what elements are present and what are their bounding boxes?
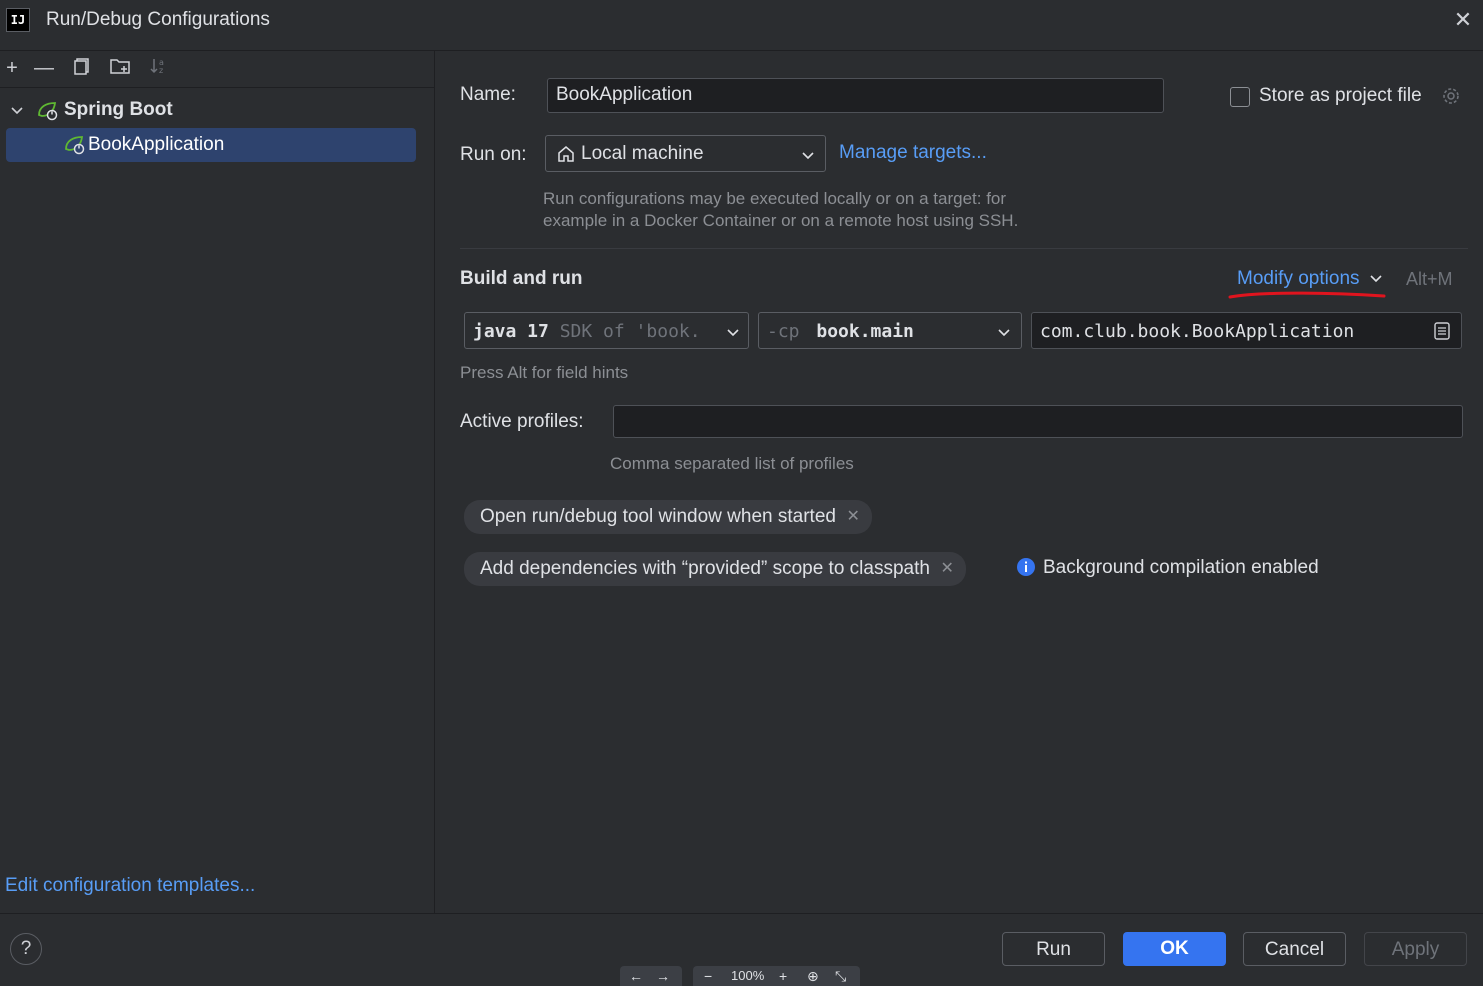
remove-option-icon[interactable]: ✕ bbox=[941, 552, 954, 586]
add-icon[interactable]: + bbox=[0, 56, 24, 80]
zoom-out-icon[interactable]: − bbox=[704, 966, 712, 986]
remove-icon[interactable]: — bbox=[32, 56, 56, 80]
store-as-project-file-checkbox[interactable] bbox=[1230, 87, 1250, 107]
sort-icon[interactable]: az bbox=[146, 56, 170, 80]
gear-icon[interactable] bbox=[1440, 85, 1462, 113]
run-on-label: Run on: bbox=[460, 144, 527, 165]
title-bar: IJ Run/Debug Configurations ✕ bbox=[0, 0, 1483, 51]
cancel-button[interactable]: Cancel bbox=[1243, 932, 1346, 966]
svg-text:z: z bbox=[159, 66, 163, 75]
jdk-value: java 17 bbox=[473, 321, 549, 342]
new-folder-icon[interactable] bbox=[108, 56, 132, 80]
background-compilation-info: Background compilation enabled bbox=[1043, 557, 1319, 578]
zoom-in-icon[interactable]: + bbox=[779, 966, 787, 986]
cp-value: book.main bbox=[816, 321, 914, 342]
jdk-hint: SDK of 'book. bbox=[559, 321, 701, 342]
option-chip-open-tool-window: Open run/debug tool window when started … bbox=[464, 500, 872, 534]
name-field-value: BookApplication bbox=[556, 84, 693, 105]
home-icon bbox=[556, 144, 576, 170]
info-icon bbox=[1016, 557, 1036, 583]
run-on-dropdown[interactable]: Local machine bbox=[545, 135, 826, 172]
modify-options-label: Modify options bbox=[1237, 268, 1360, 289]
forward-arrow-icon[interactable]: → bbox=[656, 966, 670, 986]
zoom-controls: − 100% + ⊕ ⤡ bbox=[693, 966, 860, 986]
chevron-down-icon bbox=[1370, 275, 1382, 283]
chevron-down-icon[interactable] bbox=[10, 93, 24, 127]
jdk-dropdown[interactable]: java 17 SDK of 'book. bbox=[464, 312, 749, 349]
store-as-project-file-label: Store as project file bbox=[1259, 85, 1422, 106]
red-underline-annotation bbox=[1228, 291, 1386, 299]
option-chip-provided-scope: Add dependencies with “provided” scope t… bbox=[464, 552, 966, 586]
remove-option-icon[interactable]: ✕ bbox=[847, 500, 860, 534]
intellij-logo-icon: IJ bbox=[6, 8, 30, 32]
active-profiles-hint: Comma separated list of profiles bbox=[610, 454, 854, 473]
tree-item-bookapplication[interactable]: BookApplication bbox=[6, 128, 416, 162]
active-profiles-label: Active profiles: bbox=[460, 411, 584, 432]
build-and-run-label: Build and run bbox=[460, 268, 583, 289]
run-on-value: Local machine bbox=[581, 143, 704, 164]
help-button[interactable]: ? bbox=[10, 933, 42, 965]
field-hint: Press Alt for field hints bbox=[460, 363, 629, 382]
back-arrow-icon[interactable]: ← bbox=[629, 966, 643, 986]
manage-targets-link[interactable]: Manage targets... bbox=[839, 142, 987, 164]
zoom-level: 100% bbox=[731, 968, 765, 983]
browse-class-icon[interactable] bbox=[1433, 321, 1451, 347]
edit-configuration-templates-link[interactable]: Edit configuration templates... bbox=[5, 875, 255, 897]
name-field[interactable]: BookApplication bbox=[547, 78, 1164, 113]
spring-boot-icon bbox=[36, 99, 58, 121]
tree-item-label: BookApplication bbox=[88, 134, 225, 155]
main-class-value: com.club.book.BookApplication bbox=[1040, 321, 1355, 342]
modify-options-link[interactable]: Modify options bbox=[1237, 268, 1383, 290]
configurations-panel: + — az Spring Boot BookApplication Edit … bbox=[0, 51, 435, 913]
modify-options-shortcut: Alt+M bbox=[1406, 269, 1453, 289]
window-title: Run/Debug Configurations bbox=[46, 9, 270, 30]
fit-screen-icon[interactable]: ⤡ bbox=[835, 966, 846, 986]
cp-prefix: -cp bbox=[767, 321, 800, 342]
section-divider bbox=[460, 248, 1468, 249]
spring-boot-icon bbox=[63, 133, 85, 155]
ok-button[interactable]: OK bbox=[1123, 932, 1226, 966]
active-profiles-field[interactable] bbox=[613, 405, 1463, 438]
chevron-down-icon bbox=[726, 324, 740, 346]
classpath-module-dropdown[interactable]: -cp book.main bbox=[758, 312, 1022, 349]
option-chip-label: Add dependencies with “provided” scope t… bbox=[480, 558, 930, 579]
history-nav: ← → bbox=[620, 966, 682, 986]
copy-icon[interactable] bbox=[70, 56, 94, 80]
dialog-footer: ? Run OK Cancel Apply ← → − 100% + ⊕ ⤡ bbox=[0, 913, 1483, 986]
run-on-hint-line2: example in a Docker Container or on a re… bbox=[543, 211, 1019, 230]
chevron-down-icon bbox=[997, 324, 1011, 346]
configuration-editor: Name: BookApplication Store as project f… bbox=[436, 51, 1483, 913]
apply-button[interactable]: Apply bbox=[1364, 932, 1467, 966]
tree-group-spring-boot[interactable]: Spring Boot bbox=[0, 93, 434, 127]
close-icon[interactable]: ✕ bbox=[1451, 8, 1475, 32]
run-button[interactable]: Run bbox=[1002, 932, 1105, 966]
run-on-hint-line1: Run configurations may be executed local… bbox=[543, 189, 1007, 208]
chevron-down-icon bbox=[801, 147, 815, 169]
name-label: Name: bbox=[460, 84, 516, 105]
zoom-reset-icon[interactable]: ⊕ bbox=[807, 966, 819, 986]
tree-group-label: Spring Boot bbox=[64, 99, 173, 120]
configurations-toolbar: + — az bbox=[0, 51, 434, 88]
option-chip-label: Open run/debug tool window when started bbox=[480, 506, 836, 527]
main-class-field[interactable]: com.club.book.BookApplication bbox=[1031, 312, 1462, 349]
